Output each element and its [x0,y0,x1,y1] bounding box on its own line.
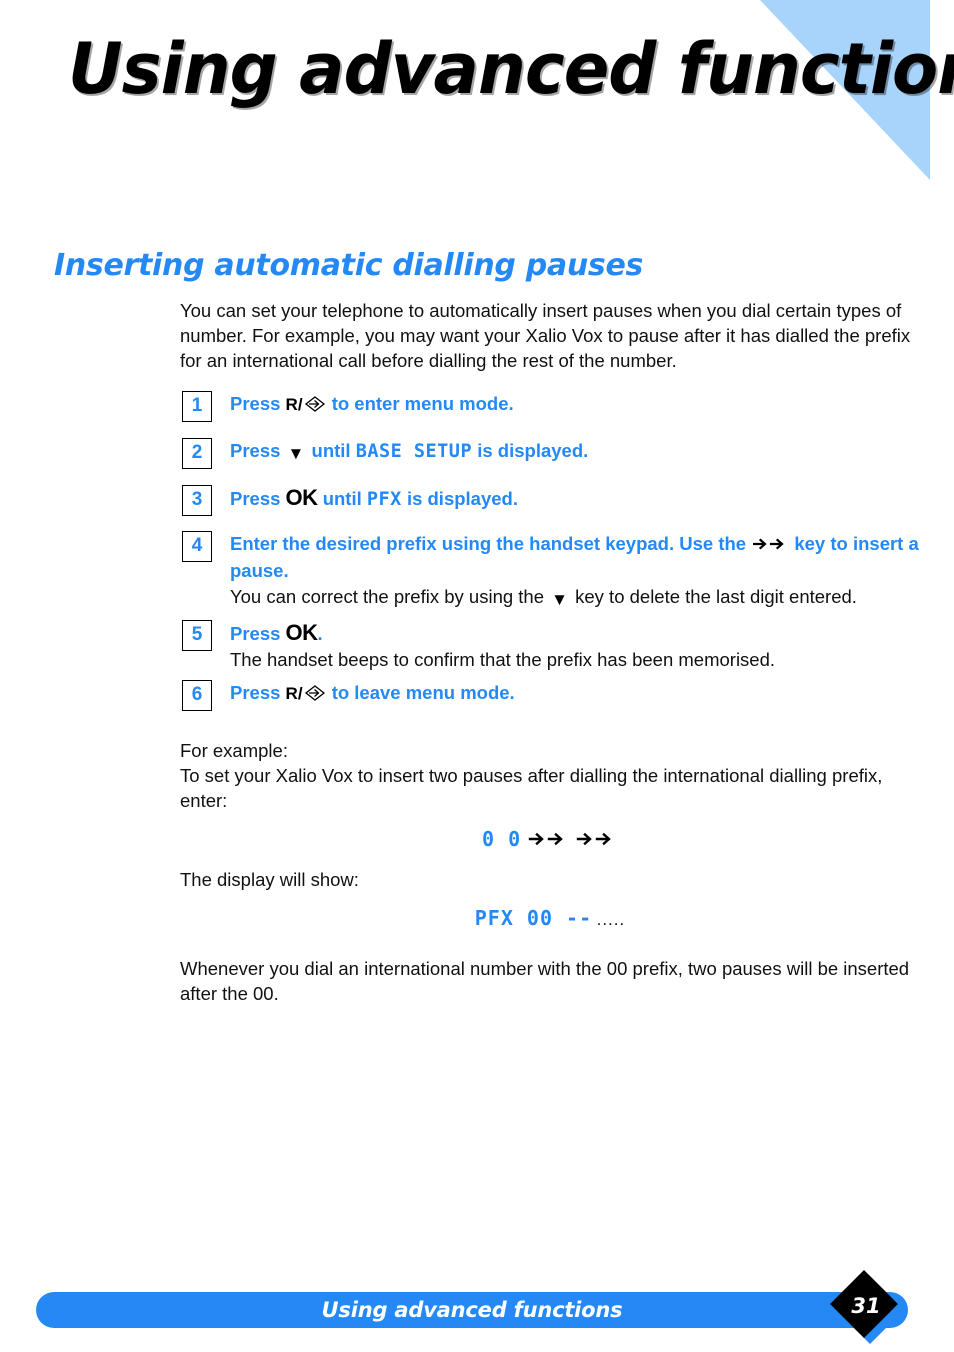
example-description: To set your Xalio Vox to insert two paus… [180,765,883,811]
example-keypress-sequence: 0 0 [180,827,920,853]
content-column: You can set your telephone to automatica… [180,298,920,1006]
step-text-after: is displayed. [477,440,589,461]
step-text-after: to enter menu mode. [331,393,514,414]
key-label-ok: OK [285,485,319,510]
page-footer: Using advanced functions 31 [0,1270,954,1352]
step-text-mid: until [311,440,351,461]
step-text-before: Press [230,440,281,461]
double-right-arrow-icon [753,533,787,558]
step-item: 3 Press OK until PFX is displayed. [180,485,920,516]
step-text-before: Press [230,488,281,509]
step-text: Press ▼ until BASE SETUP is displayed. [230,438,920,466]
double-right-arrow-icon [528,830,568,853]
step-text-before: Press [230,623,281,644]
step-item: 6 Press R/ to leave menu mode. [180,680,920,711]
footer-bar [36,1292,908,1328]
flash-diamond-icon [304,394,326,419]
step-subtext: You can correct the prefix by using the … [230,584,920,612]
step-number-box: 6 [182,680,212,711]
flash-diamond-icon [304,683,326,708]
down-arrow-icon: ▼ [287,444,305,463]
page-title: Using advanced functions [68,28,954,110]
step-number-box: 1 [182,391,212,422]
section-heading: Inserting automatic dialling pauses [54,248,644,283]
step-text-before: Enter the desired prefix using the hands… [230,533,747,554]
step-item: 4 Enter the desired prefix using the han… [180,531,920,612]
step-text: Enter the desired prefix using the hands… [230,531,920,583]
step-number-box: 3 [182,485,212,516]
key-label-ok: OK [285,620,319,645]
steps-list: 1 Press R/ to enter menu mode. 2 Press ▼… [180,391,920,711]
closing-paragraph: Whenever you dial an international numbe… [180,958,910,1004]
step-text-mid: until [322,488,362,509]
down-arrow-icon: ▼ [551,590,568,609]
step-number-box: 2 [182,438,212,469]
step-subtext-after: key to delete the last digit entered. [575,586,857,607]
step-text-before: Press [230,393,281,414]
step-text-after: is displayed. [406,488,518,509]
step-number-box: 5 [182,620,212,651]
page-header: Using advanced functions [0,0,954,200]
example-label: For example: [180,740,288,761]
display-value: BASE SETUP [355,441,473,462]
step-text-before: Press [230,682,281,703]
page-number: 31 [851,1294,881,1318]
step-item: 1 Press R/ to enter menu mode. [180,391,920,422]
example-display-label: The display will show: [180,869,359,890]
step-text: Press OK. [230,620,920,646]
example-digits: 0 0 [481,827,522,851]
display-value: PFX [366,489,402,510]
step-item: 2 Press ▼ until BASE SETUP is displayed. [180,438,920,469]
step-text: Press R/ to leave menu mode. [230,680,920,708]
example-block: For example: To set your Xalio Vox to in… [180,738,920,1006]
display-dots: ..... [596,910,626,929]
example-display-result: PFX 00 -- ..... [180,906,920,930]
step-subtext-before: You can correct the prefix by using the [230,586,545,607]
key-label-recall: R/ [285,684,303,703]
step-text-after: . [317,623,323,644]
display-code: PFX 00 -- [474,906,593,930]
step-text-after: to leave menu mode. [331,682,515,703]
step-item: 5 Press OK. The handset beeps to confirm… [180,620,920,672]
key-label-recall: R/ [285,395,303,414]
intro-paragraph: You can set your telephone to automatica… [180,300,911,371]
step-text: Press OK until PFX is displayed. [230,485,920,512]
step-subtext: The handset beeps to confirm that the pr… [230,649,776,670]
page-number-badge: 31 [830,1270,904,1344]
step-number-box: 4 [182,531,212,562]
double-right-arrow-icon [576,830,616,853]
step-text: Press R/ to enter menu mode. [230,391,920,419]
